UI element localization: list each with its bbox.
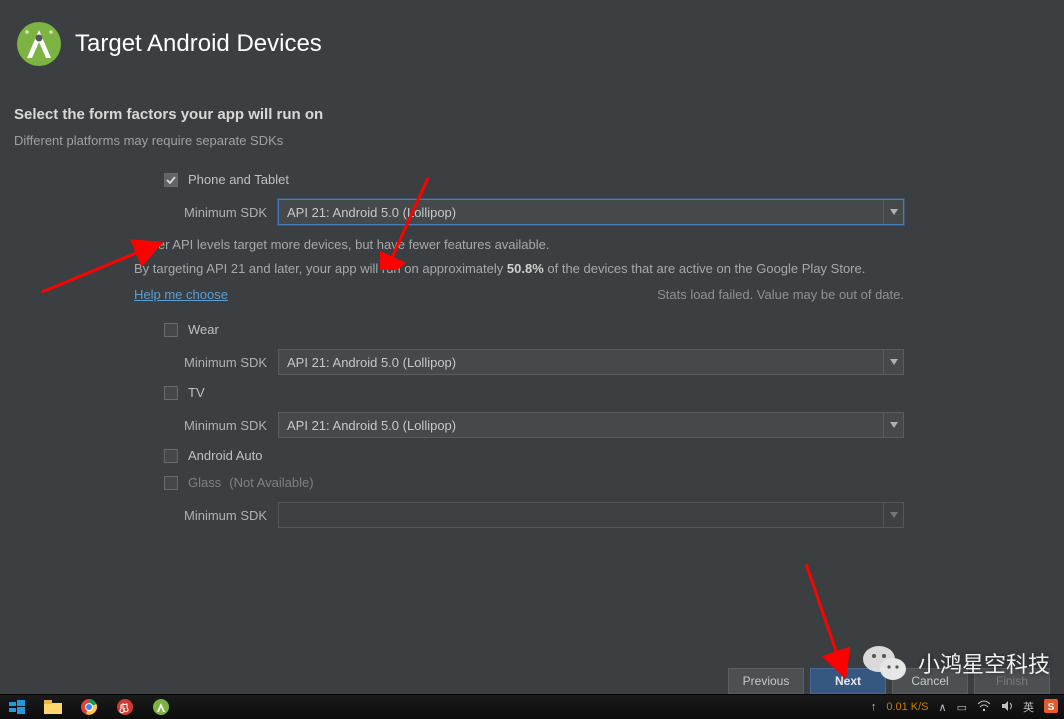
- upload-arrow-icon: ↑: [871, 701, 877, 713]
- chevron-down-icon: [883, 200, 903, 224]
- combo-text: API 21: Android 5.0 (Lollipop): [279, 355, 883, 370]
- label-tv: TV: [188, 385, 205, 400]
- checkbox-wear[interactable]: [164, 323, 178, 337]
- chevron-down-icon: [883, 350, 903, 374]
- previous-button[interactable]: Previous: [728, 668, 804, 694]
- taskbar-android-studio-icon[interactable]: [150, 698, 172, 716]
- tray-ime[interactable]: 英: [1023, 699, 1034, 715]
- checkbox-tv[interactable]: [164, 386, 178, 400]
- combo-text: API 21: Android 5.0 (Lollipop): [279, 418, 883, 433]
- label-android-auto: Android Auto: [188, 448, 262, 463]
- combo-min-sdk-phone-tablet[interactable]: API 21: Android 5.0 (Lollipop): [278, 199, 904, 225]
- info-line-2: By targeting API 21 and later, your app …: [134, 259, 904, 279]
- svg-text:S: S: [1048, 702, 1055, 713]
- tray-wifi-icon[interactable]: [977, 700, 991, 715]
- watermark: 小鸿星空科技: [862, 643, 1050, 683]
- tray-sogou-icon[interactable]: S: [1044, 699, 1058, 716]
- label-glass: Glass: [188, 475, 221, 490]
- android-studio-logo-icon: [15, 20, 63, 68]
- label-phone-tablet: Phone and Tablet: [188, 172, 289, 187]
- checkbox-phone-tablet[interactable]: [164, 173, 178, 187]
- stats-load-failed: Stats load failed. Value may be out of d…: [657, 287, 904, 302]
- checkbox-android-auto[interactable]: [164, 449, 178, 463]
- checkbox-glass[interactable]: [164, 476, 178, 490]
- label-min-sdk: Minimum SDK: [184, 418, 278, 433]
- taskbar-explorer-icon[interactable]: [42, 698, 64, 716]
- info-line-1: Lower API levels target more devices, bu…: [134, 235, 904, 255]
- taskbar-start-icon[interactable]: [6, 698, 28, 716]
- link-help-me-choose[interactable]: Help me choose: [134, 287, 228, 302]
- label-min-sdk: Minimum SDK: [184, 355, 278, 370]
- annotation-arrow-icon: [796, 558, 856, 680]
- section-heading: Select the form factors your app will ru…: [0, 98, 1064, 129]
- tray-chevron-up-icon[interactable]: ∧: [939, 701, 947, 714]
- combo-min-sdk-glass: [278, 502, 904, 528]
- combo-text: API 21: Android 5.0 (Lollipop): [279, 205, 883, 220]
- watermark-text: 小鸿星空科技: [918, 647, 1050, 679]
- combo-min-sdk-wear[interactable]: API 21: Android 5.0 (Lollipop): [278, 349, 904, 375]
- label-min-sdk: Minimum SDK: [184, 205, 278, 220]
- network-speed: 0.01 K/S: [886, 701, 928, 713]
- label-min-sdk: Minimum SDK: [184, 508, 278, 523]
- page-title: Target Android Devices: [75, 30, 322, 58]
- chevron-down-icon: [883, 413, 903, 437]
- taskbar: ↑ 0.01 K/S ∧ ▭ 英 S: [0, 694, 1064, 719]
- wechat-logo-icon: [862, 643, 908, 683]
- tray-display-icon[interactable]: ▭: [957, 701, 967, 714]
- tray-volume-icon[interactable]: [1001, 700, 1013, 715]
- chevron-down-icon: [883, 503, 903, 527]
- taskbar-chrome-icon[interactable]: [78, 698, 100, 716]
- label-not-available: (Not Available): [229, 475, 313, 490]
- device-percentage: 50.8%: [507, 261, 544, 276]
- combo-min-sdk-tv[interactable]: API 21: Android 5.0 (Lollipop): [278, 412, 904, 438]
- label-wear: Wear: [188, 322, 219, 337]
- taskbar-music-icon[interactable]: [114, 698, 136, 716]
- section-subheading: Different platforms may require separate…: [0, 129, 1064, 172]
